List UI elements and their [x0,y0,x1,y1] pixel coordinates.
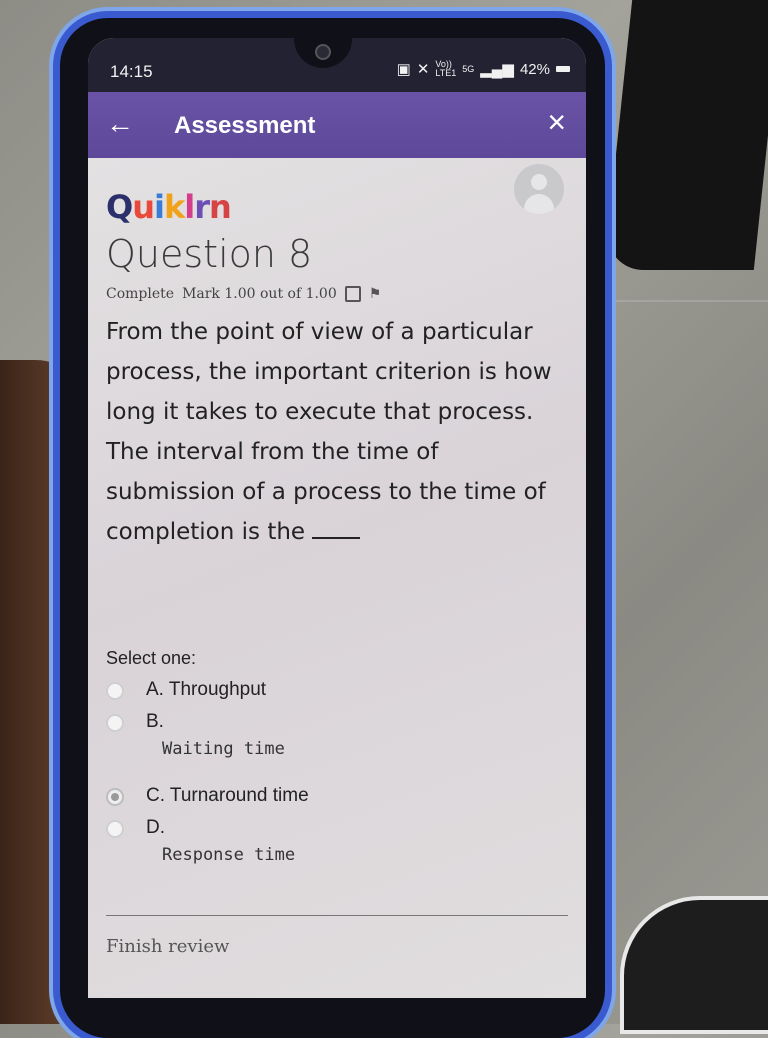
question-state: Complete [106,286,175,302]
finish-review-link[interactable]: Finish review [106,936,568,957]
background-shoe [620,896,768,1034]
question-heading: Question 8 [106,232,313,276]
option-subtext: Response time [162,845,296,865]
background-leg [603,0,768,270]
answer-blank [312,537,361,539]
option-b[interactable]: B. Waiting time [106,711,568,759]
mute-icon: ✕ [416,61,430,78]
radio-button-selected[interactable] [106,788,124,806]
floor-line [598,300,768,302]
option-a[interactable]: A. Throughput [106,679,568,701]
app-bar: ← Assessment × [88,92,586,158]
back-arrow-icon[interactable]: ← [106,108,134,140]
option-label: D. [146,817,165,838]
close-icon[interactable]: × [547,104,566,141]
network-type: 5G [462,63,475,74]
camera-notch [294,38,352,68]
option-label: C. Turnaround time [146,785,309,806]
status-icons: ▣ ✕ Vo)) LTE1 5G ▂▄▆ 42% [397,60,570,78]
user-avatar-icon[interactable] [514,164,564,214]
option-c[interactable]: C. Turnaround time [106,785,568,807]
select-one-label: Select one: [106,648,197,668]
lock-icon: ▣ [396,61,411,78]
option-d[interactable]: D. Response time [106,817,568,865]
page-title: Assessment [174,112,316,139]
battery-icon [556,66,570,72]
battery-percent: 42% [519,60,550,78]
question-mark: Mark 1.00 out of 1.00 [182,286,337,302]
radio-button[interactable] [106,714,124,732]
phone-screen: 14:15 ▣ ✕ Vo)) LTE1 5G ▂▄▆ 42% ← Assessme… [88,38,586,998]
question-content: Quiklrn Question 8 Complete Mark 1.00 ou… [88,158,586,998]
divider [106,915,568,916]
volte-indicator: Vo)) LTE1 [435,59,457,78]
option-label: B. [146,711,164,732]
status-bar: 14:15 ▣ ✕ Vo)) LTE1 5G ▂▄▆ 42% [88,38,586,92]
quiklrn-logo: Quiklrn [106,188,232,226]
signal-icon: ▂▄▆ [480,61,514,78]
question-text: From the point of view of a particular p… [106,319,552,545]
option-subtext: Waiting time [162,739,285,759]
flag-icon[interactable]: ⚑ [369,286,382,302]
camera-icon [315,44,331,60]
radio-button[interactable] [106,820,124,838]
radio-button[interactable] [106,682,124,700]
option-label: A. Throughput [146,679,267,700]
question-meta: Complete Mark 1.00 out of 1.00 ⚑ [106,286,568,302]
status-time: 14:15 [110,62,153,81]
flag-checkbox[interactable] [344,286,361,302]
